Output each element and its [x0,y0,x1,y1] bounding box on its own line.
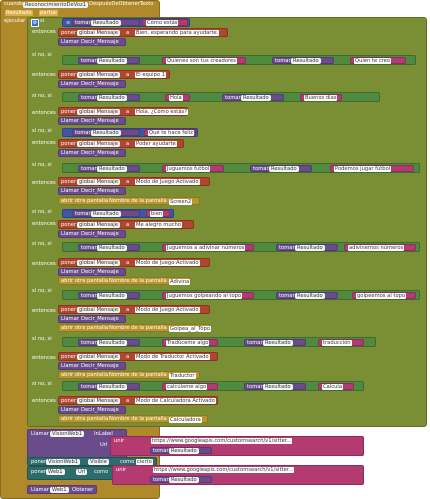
get-resultado-2[interactable]: tomar Resultado [78,57,140,64]
text-literal-3b[interactable]: Buenos días [300,94,342,101]
then-label-7: entonces [32,261,56,267]
text-literal-7[interactable]: Juguemos a adivinar números [162,244,254,251]
open-screen-5[interactable]: abrir otra pantalla Nombre de la pantall… [58,197,200,205]
get-resultado-9[interactable]: tomar Resultado [78,339,140,346]
do-label: ejecutar [4,18,26,24]
text-literal-5b[interactable]: Podemos jugar fútbol [330,165,414,172]
open-screen-10[interactable]: abrir otra pantalla Nombre de la pantall… [58,415,208,423]
then-label-9: entonces [32,355,56,361]
call-decir-10[interactable]: Llamar Decir_Mensaje [58,406,126,414]
get-resultado-5[interactable]: tomar Resultado [78,165,140,172]
set-mensaje-2[interactable]: poner global Mensaje a El equipo 1 [58,70,170,79]
else-if-label-6: si no, si [32,209,52,215]
else-if-label-8: si no, si [32,288,52,294]
else-if-label-9: si no, si [32,336,52,342]
get-resultado-10[interactable]: tomar Resultado [78,383,140,390]
call-decir-5[interactable]: Llamar Decir_Mensaje [58,187,126,195]
text-literal-2[interactable]: Quiénes son tus creadores [162,57,246,64]
call-decir-8[interactable]: Llamar Decir_Mensaje [58,315,126,323]
call-web-get[interactable]: Llamar Web1 Obtener [27,485,97,494]
else-if-label-5: si no, si [32,162,52,168]
else-if-label-3: si no, si [32,93,52,99]
set-mensaje-9[interactable]: poner global Mensaje a Modo de Traductor… [58,352,218,361]
get-resultado-web2[interactable]: tomar Resultado [150,476,212,483]
call-decir-7[interactable]: Llamar Decir_Mensaje [58,268,126,276]
text-literal-2b[interactable]: Quién te creó [350,57,406,64]
else-if-label-10: si no, si [32,381,52,387]
text-literal-10[interactable]: calcúlame algo [162,383,218,390]
set-mensaje-1[interactable]: poner global Mensaje a Bien, esperando p… [58,28,228,37]
set-mensaje-10[interactable]: poner global Mensaje a Modo de Calculado… [58,396,218,405]
then-label-1: entonces [32,29,56,35]
component-dropdown[interactable]: ReconocimientoDeVoz1 [23,2,89,8]
set-mensaje-7[interactable]: poner global Mensaje a Modo de Juego Act… [58,258,210,267]
text-literal-3[interactable]: Hola [165,94,190,101]
then-label-5: entonces [32,180,56,186]
text-literal-1[interactable]: Cómo estás [142,19,188,26]
get-resultado-5b[interactable]: tomar Resultado [250,165,312,172]
then-label-2: entonces [32,72,56,78]
set-mensaje-4[interactable]: poner global Mensaje a Poder ayudarte [58,139,184,148]
get-resultado-4[interactable]: tomar Resultado [72,129,140,136]
else-if-label-4: si no, si [32,128,52,134]
text-literal-8b[interactable]: golpeemos al topo [352,292,416,299]
text-literal-4[interactable]: Qué te hace feliz [144,129,196,136]
call-decir-2[interactable]: Llamar Decir_Mensaje [58,80,126,88]
get-resultado-1[interactable]: tomar Resultado [72,19,140,26]
open-screen-8[interactable]: abrir otra pantalla Nombre de la pantall… [58,324,212,332]
text-literal-10b[interactable]: Calcula [318,383,354,390]
get-resultado-web1[interactable]: tomar Resultado [150,447,212,454]
get-resultado-10b[interactable]: tomar Resultado [244,383,306,390]
then-label-6: entonces [32,221,56,227]
compare-op-icon: ≡ [66,20,71,26]
get-resultado-8[interactable]: tomar Resultado [78,292,140,299]
get-resultado-3[interactable]: tomar Resultado [78,94,140,101]
open-screen-9[interactable]: abrir otra pantalla Nombre de la pantall… [58,371,200,379]
text-literal-7b[interactable]: adivinemos números [344,244,416,251]
then-label-3: entonces [32,110,56,116]
param-partial[interactable]: partial [39,10,58,16]
call-decir-4[interactable]: Llamar Decir_Mensaje [58,149,126,157]
event-name-label: DespuésDeObtenerTexto [89,1,154,7]
then-label-4: entonces [32,140,56,146]
get-resultado-7[interactable]: tomar Resultado [78,244,140,251]
text-literal-6[interactable]: bien [146,210,170,217]
param-resultado[interactable]: Resultado [5,10,33,16]
get-resultado-2b[interactable]: tomar Resultado [272,57,334,64]
text-literal-8[interactable]: Juguemos golpeando al topo [162,292,254,299]
text-literal-9b[interactable]: traducción [318,339,364,346]
if-label: si [40,18,45,24]
set-mensaje-8[interactable]: poner global Mensaje a Modo de Juego Act… [58,305,210,314]
call-decir-9[interactable]: Llamar Decir_Mensaje [58,362,126,370]
text-literal-9[interactable]: Tradúceme algo [162,339,218,346]
get-resultado-8b[interactable]: tomar Resultado [276,292,338,299]
call-decir-3[interactable]: Llamar Decir_Mensaje [58,117,126,125]
set-mensaje-3[interactable]: poner global Mensaje a Hola, ¿Cómo estás… [58,107,188,116]
mutator-gear-icon[interactable]: ⚙ [31,19,39,27]
call-decir-1[interactable]: Llamar Decir_Mensaje [58,38,126,46]
join-url-1[interactable]: unir https://www.googleapis.com/customse… [110,436,364,456]
text-literal-5[interactable]: Juguemos futbol [162,165,224,172]
set-mensaje-5[interactable]: poner global Mensaje a Modo de Juego Act… [58,177,210,186]
then-label-8: entonces [32,308,56,314]
set-mensaje-6[interactable]: poner global Mensaje a Me alegro mucho [58,220,194,229]
when-label: cuando [4,1,24,7]
get-resultado-9b[interactable]: tomar Resultado [244,339,306,346]
call-decir-6[interactable]: Llamar Decir_Mensaje [58,230,126,238]
else-if-label-7: si no, si [32,241,52,247]
get-resultado-6[interactable]: tomar Resultado [72,210,140,217]
open-screen-7[interactable]: abrir otra pantalla Nombre de la pantall… [58,277,191,285]
get-resultado-7b[interactable]: tomar Resultado [276,244,338,251]
then-label-10: entonces [32,398,56,404]
else-if-label-2: si no, si [32,52,52,58]
get-resultado-3b[interactable]: tomar Resultado [222,94,284,101]
